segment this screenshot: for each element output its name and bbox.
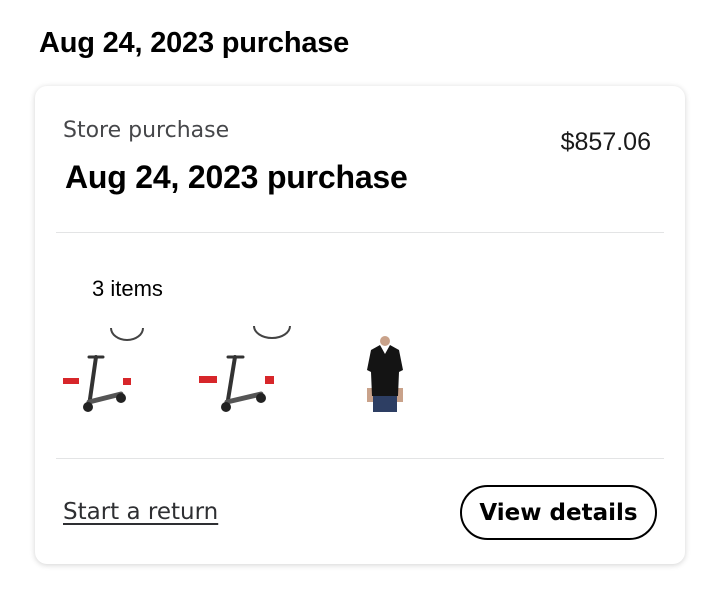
- scooter-icon: [199, 326, 291, 412]
- item-thumbnails: [61, 326, 455, 426]
- electric-scooter-thumbnail[interactable]: [61, 326, 183, 426]
- tshirt-icon: [367, 336, 403, 412]
- order-total: $857.06: [560, 128, 651, 156]
- order-card: Store purchase Aug 24, 2023 purchase $85…: [35, 86, 685, 564]
- divider: [56, 458, 664, 459]
- start-return-link[interactable]: Start a return: [63, 499, 218, 525]
- item-count: 3 items: [92, 276, 163, 301]
- order-title: Aug 24, 2023 purchase: [65, 159, 408, 195]
- page-heading: Aug 24, 2023 purchase: [39, 27, 350, 59]
- scooter-icon: [63, 327, 144, 412]
- black-vneck-tshirt-thumbnail[interactable]: [333, 326, 455, 426]
- view-details-button[interactable]: View details: [460, 485, 657, 540]
- purchase-type-label: Store purchase: [63, 118, 230, 143]
- divider: [56, 232, 664, 233]
- electric-scooter-thumbnail[interactable]: [197, 326, 319, 426]
